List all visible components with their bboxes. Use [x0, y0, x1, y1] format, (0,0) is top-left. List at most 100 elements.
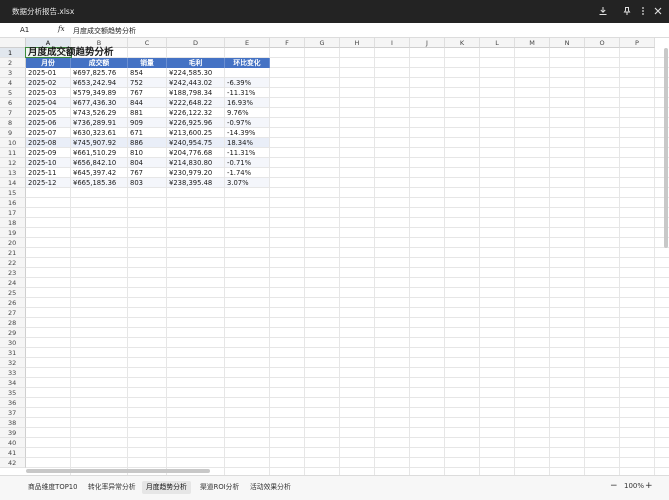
table-cell[interactable]: -0.71% [225, 158, 270, 168]
row-header-36[interactable]: 36 [0, 398, 26, 408]
row-header-8[interactable]: 8 [0, 118, 26, 128]
table-header-cell[interactable]: 毛利 [167, 58, 225, 68]
table-cell[interactable]: 752 [128, 78, 167, 88]
table-cell[interactable]: ¥661,510.29 [71, 148, 128, 158]
column-header-c[interactable]: C [128, 38, 167, 48]
zoom-in-button[interactable]: + [645, 480, 653, 493]
table-cell[interactable]: ¥226,925.96 [167, 118, 225, 128]
column-header-o[interactable]: O [585, 38, 620, 48]
column-header-k[interactable]: K [445, 38, 480, 48]
column-header-f[interactable]: F [270, 38, 305, 48]
table-cell[interactable]: -11.31% [225, 148, 270, 158]
table-cell[interactable]: ¥665,185.36 [71, 178, 128, 188]
column-header-i[interactable]: I [375, 38, 410, 48]
table-cell[interactable]: ¥222,648.22 [167, 98, 225, 108]
row-header-23[interactable]: 23 [0, 268, 26, 278]
row-header-25[interactable]: 25 [0, 288, 26, 298]
table-cell[interactable]: 18.34% [225, 138, 270, 148]
table-cell[interactable]: ¥224,585.30 [167, 68, 225, 78]
table-cell[interactable]: 886 [128, 138, 167, 148]
table-cell[interactable]: ¥653,242.94 [71, 78, 128, 88]
table-cell[interactable]: ¥204,776.68 [167, 148, 225, 158]
column-header-g[interactable]: G [305, 38, 340, 48]
row-header-33[interactable]: 33 [0, 368, 26, 378]
column-header-p[interactable]: P [620, 38, 655, 48]
tab-sheet-3[interactable]: 月度趋势分析 [142, 481, 191, 494]
table-cell[interactable]: 2025-05 [26, 108, 71, 118]
tab-sheet-4[interactable]: 渠道ROI分析 [196, 481, 243, 494]
select-all-corner[interactable] [0, 38, 26, 48]
row-header-20[interactable]: 20 [0, 238, 26, 248]
row-header-9[interactable]: 9 [0, 128, 26, 138]
table-cell[interactable]: 2025-02 [26, 78, 71, 88]
table-cell[interactable]: 2025-03 [26, 88, 71, 98]
table-cell[interactable]: 881 [128, 108, 167, 118]
table-cell[interactable]: 2025-06 [26, 118, 71, 128]
row-header-3[interactable]: 3 [0, 68, 26, 78]
table-cell[interactable]: -6.39% [225, 78, 270, 88]
row-header-19[interactable]: 19 [0, 228, 26, 238]
column-header-j[interactable]: J [410, 38, 445, 48]
tab-sheet-5[interactable]: 活动效果分析 [246, 481, 295, 494]
table-header-cell[interactable]: 销量 [128, 58, 167, 68]
vertical-scrollbar[interactable] [664, 48, 668, 248]
table-cell[interactable]: ¥238,395.48 [167, 178, 225, 188]
column-header-e[interactable]: E [225, 38, 270, 48]
table-cell[interactable]: ¥213,600.25 [167, 128, 225, 138]
row-header-39[interactable]: 39 [0, 428, 26, 438]
table-cell[interactable]: 2025-07 [26, 128, 71, 138]
column-header-m[interactable]: M [515, 38, 550, 48]
table-cell[interactable]: ¥630,323.61 [71, 128, 128, 138]
pin-icon[interactable] [621, 5, 633, 17]
table-cell[interactable]: 2025-09 [26, 148, 71, 158]
zoom-out-button[interactable]: − [610, 480, 618, 493]
table-cell[interactable]: ¥242,443.02 [167, 78, 225, 88]
table-cell[interactable]: 2025-01 [26, 68, 71, 78]
row-header-5[interactable]: 5 [0, 88, 26, 98]
row-header-40[interactable]: 40 [0, 438, 26, 448]
table-cell[interactable]: 2025-04 [26, 98, 71, 108]
horizontal-scrollbar[interactable] [26, 469, 210, 473]
table-cell[interactable]: 804 [128, 158, 167, 168]
table-cell[interactable] [225, 68, 270, 78]
spreadsheet-grid[interactable]: ABCDEFGHIJKLMNOP 1 2 3 4 5 6 7 8 9 10 11 12 13 14 15 16… [0, 38, 669, 475]
row-header-15[interactable]: 15 [0, 188, 26, 198]
formula-input[interactable]: 月度成交额趋势分析 [73, 26, 136, 36]
table-cell[interactable]: -11.31% [225, 88, 270, 98]
table-cell[interactable]: ¥214,830.80 [167, 158, 225, 168]
table-cell[interactable]: ¥188,798.34 [167, 88, 225, 98]
table-cell[interactable]: ¥745,907.92 [71, 138, 128, 148]
row-header-24[interactable]: 24 [0, 278, 26, 288]
row-header-18[interactable]: 18 [0, 218, 26, 228]
table-header-cell[interactable]: 月份 [26, 58, 71, 68]
table-cell[interactable]: -1.74% [225, 168, 270, 178]
row-header-26[interactable]: 26 [0, 298, 26, 308]
row-header-13[interactable]: 13 [0, 168, 26, 178]
table-cell[interactable]: -14.39% [225, 128, 270, 138]
row-header-37[interactable]: 37 [0, 408, 26, 418]
row-header-1[interactable]: 1 [0, 48, 26, 58]
table-cell[interactable]: 767 [128, 168, 167, 178]
row-header-32[interactable]: 32 [0, 358, 26, 368]
table-cell[interactable]: ¥697,825.76 [71, 68, 128, 78]
row-header-29[interactable]: 29 [0, 328, 26, 338]
table-cell[interactable]: ¥240,954.75 [167, 138, 225, 148]
row-header-31[interactable]: 31 [0, 348, 26, 358]
table-cell[interactable]: ¥736,289.91 [71, 118, 128, 128]
row-header-28[interactable]: 28 [0, 318, 26, 328]
download-icon[interactable] [597, 5, 609, 17]
row-header-11[interactable]: 11 [0, 148, 26, 158]
table-cell[interactable]: 3.07% [225, 178, 270, 188]
table-cell[interactable]: ¥230,979.20 [167, 168, 225, 178]
row-header-12[interactable]: 12 [0, 158, 26, 168]
row-header-4[interactable]: 4 [0, 78, 26, 88]
table-cell[interactable]: 810 [128, 148, 167, 158]
row-header-38[interactable]: 38 [0, 418, 26, 428]
row-header-34[interactable]: 34 [0, 378, 26, 388]
table-cell[interactable]: 2025-08 [26, 138, 71, 148]
row-header-27[interactable]: 27 [0, 308, 26, 318]
row-header-16[interactable]: 16 [0, 198, 26, 208]
table-cell[interactable]: ¥743,526.29 [71, 108, 128, 118]
table-header-cell[interactable]: 成交额 [71, 58, 128, 68]
column-header-h[interactable]: H [340, 38, 375, 48]
